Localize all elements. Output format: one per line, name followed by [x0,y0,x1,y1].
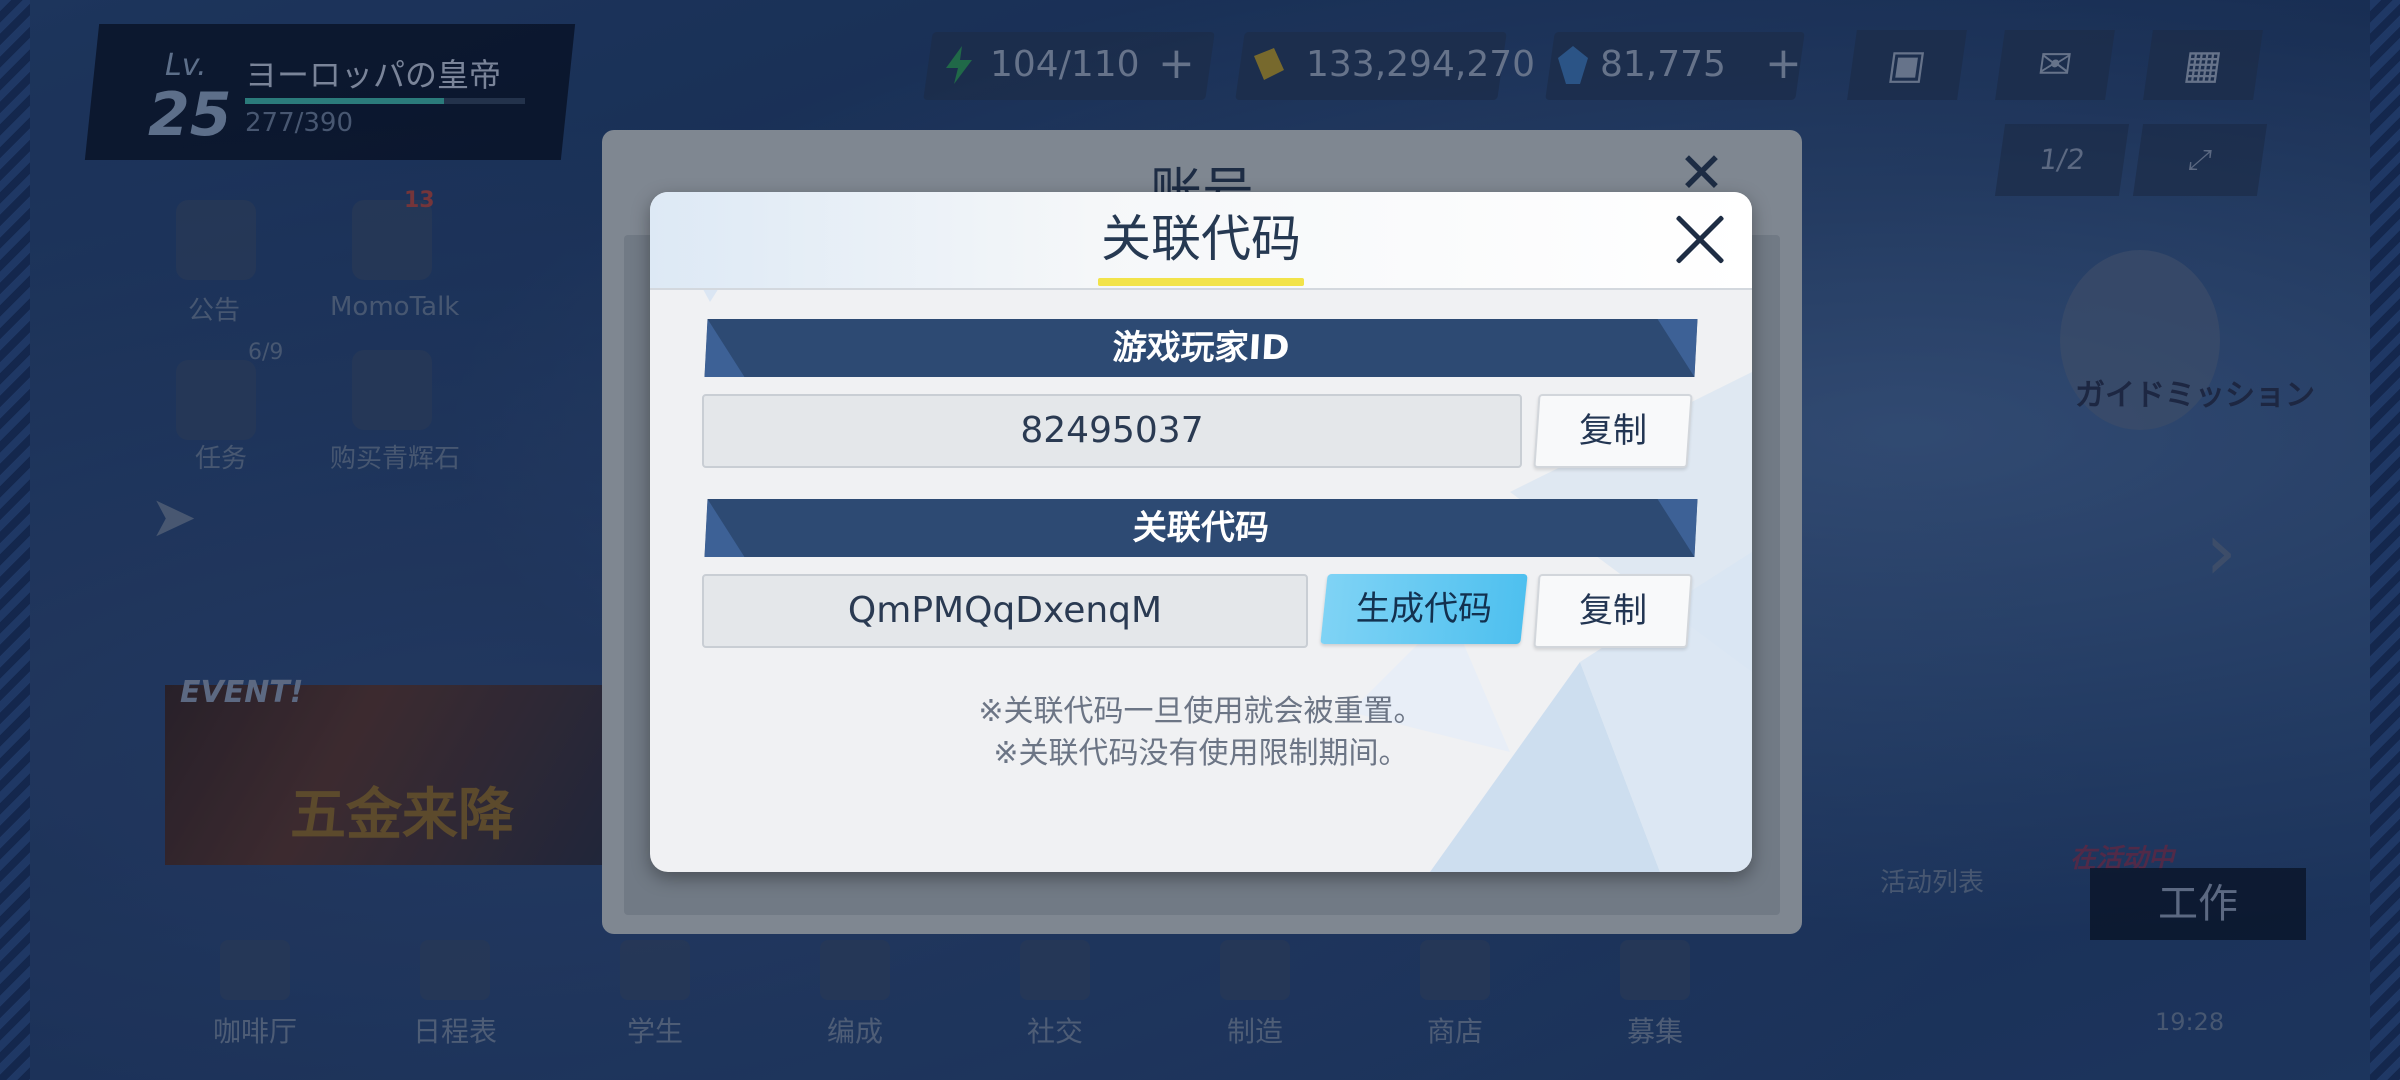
copy-player-id-button[interactable]: 复制 [1533,394,1693,468]
player-id-header-label: 游戏玩家ID [1111,328,1291,368]
player-id-field[interactable]: 82495037 [702,394,1522,468]
link-code-dialog: 关联代码 游戏玩家ID 82495037 复制 关联代码 QmPMQqDxenq… [650,192,1752,872]
generate-code-button[interactable]: 生成代码 [1320,574,1528,644]
note-reset: ※关联代码一旦使用就会被重置。 [978,694,1424,729]
link-code-header: 关联代码 [704,499,1698,557]
note-no-expiry: ※关联代码没有使用限制期间。 [993,736,1409,771]
copy-link-code-button[interactable]: 复制 [1533,574,1693,648]
copy-button-label: 复制 [1579,411,1647,451]
close-icon[interactable] [1672,212,1728,268]
player-id-header: 游戏玩家ID [704,319,1698,377]
title-underline [1098,278,1304,286]
generate-code-label: 生成代码 [1355,589,1493,629]
copy-button-label: 复制 [1579,591,1647,631]
link-code-field[interactable]: QmPMQqDxenqM [702,574,1308,648]
link-code-header-label: 关联代码 [1131,508,1271,548]
dialog-title: 关联代码 [1101,210,1301,268]
